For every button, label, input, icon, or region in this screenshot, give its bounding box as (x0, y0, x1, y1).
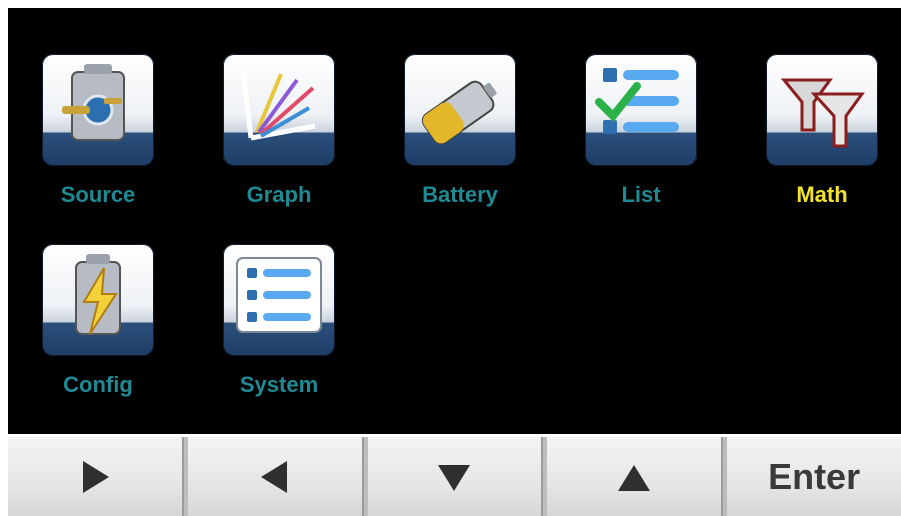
app-label: Battery (422, 182, 498, 207)
arrow-down-icon (438, 464, 471, 491)
system-list-icon (223, 244, 335, 356)
app-label: List (621, 182, 661, 207)
app-battery[interactable]: Battery (398, 54, 522, 214)
battery-icon (404, 54, 516, 166)
app-label: Source (60, 182, 136, 207)
battery-lightning-icon (42, 244, 154, 356)
enter-button[interactable]: Enter (727, 437, 901, 516)
enter-label: Enter (768, 455, 861, 497)
app-graph[interactable]: Graph (217, 54, 341, 214)
source-battery-plug-icon (42, 54, 154, 166)
arrow-left-icon (260, 460, 287, 493)
app-label: Config (63, 372, 133, 397)
app-config[interactable]: Config (36, 244, 160, 404)
up-button[interactable] (547, 437, 724, 516)
app-source[interactable]: Source (36, 54, 160, 214)
arrow-right-icon (82, 460, 109, 493)
app-screen: Source Graph Battery List Math Config Sy… (8, 8, 901, 434)
graph-axes-icon (223, 54, 335, 166)
checklist-icon (585, 54, 697, 166)
funnels-icon (766, 54, 878, 166)
app-label: Math (796, 182, 848, 207)
right-button[interactable] (8, 437, 184, 516)
arrow-up-icon (618, 464, 651, 491)
app-list[interactable]: List (579, 54, 703, 214)
app-math[interactable]: Math (760, 54, 884, 214)
app-label: System (239, 372, 319, 397)
app-label: Graph (246, 182, 312, 207)
app-system[interactable]: System (217, 244, 341, 404)
navigation-bar: Enter (8, 437, 901, 516)
down-button[interactable] (367, 437, 544, 516)
left-button[interactable] (187, 437, 364, 516)
